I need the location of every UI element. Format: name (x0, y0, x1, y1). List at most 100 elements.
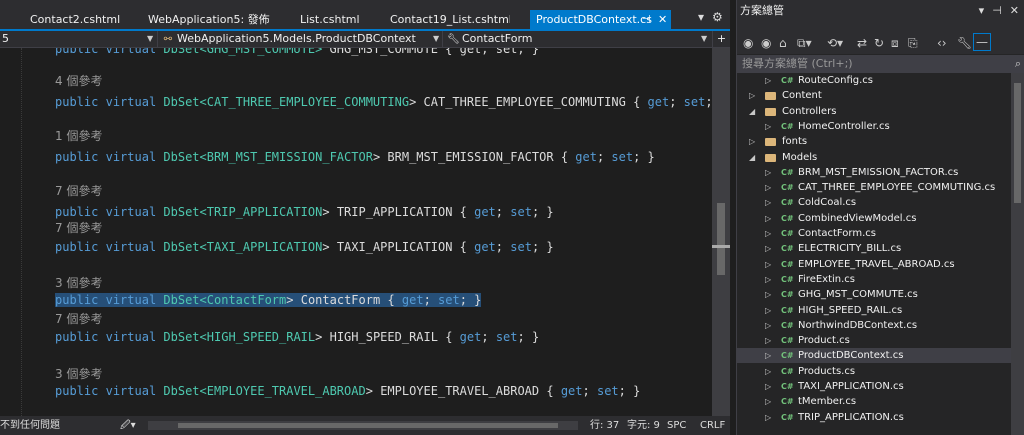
tree-file[interactable]: ▷ C# HIGH_SPEED_RAIL.cs (737, 303, 1017, 318)
tab-productdbcontext[interactable]: ProductDBContext.cs ⊣ ✕ (530, 10, 671, 30)
tree-item-label: fonts (782, 136, 808, 147)
tree-file[interactable]: ▷ C# TAXI_APPLICATION.cs (737, 379, 1017, 394)
tree-file[interactable]: ▷ C# tMember.cs (737, 394, 1017, 409)
collapsed-arrow-icon[interactable]: ▷ (765, 119, 771, 134)
reference-count[interactable]: 1 個參考 (55, 127, 102, 144)
nav-project-dropdown[interactable]: 5 ▼ (0, 31, 157, 47)
tree-file[interactable]: ▷ C# ColdCoal.cs (737, 195, 1017, 210)
tree-item-label: Controllers (782, 106, 837, 117)
forward-icon[interactable]: ◉ (761, 32, 771, 54)
column-indicator: 字元: 9 (627, 420, 660, 431)
nav-class-dropdown[interactable]: ⚯ WebApplication5.Models.ProductDBContext… (157, 31, 442, 47)
collapsed-arrow-icon[interactable]: ▷ (765, 379, 771, 394)
expanded-arrow-icon[interactable]: ◢ (749, 104, 755, 119)
pin-icon[interactable]: ⊣ (642, 10, 651, 30)
tree-file[interactable]: ▷ C# ContactForm.cs (737, 226, 1017, 241)
tree-file[interactable]: ▷ C# BRM_MST_EMISSION_FACTOR.cs (737, 165, 1017, 180)
collapsed-arrow-icon[interactable]: ▷ (765, 180, 771, 195)
collapsed-arrow-icon[interactable]: ▷ (765, 318, 771, 333)
reference-count[interactable]: 3 個參考 (55, 274, 102, 291)
home-icon[interactable]: ⌂ (779, 32, 787, 54)
collapsed-arrow-icon[interactable]: ▷ (765, 195, 771, 210)
error-status[interactable]: 不到任何問題 (0, 416, 60, 435)
tree-folder[interactable]: ◢ Models (737, 150, 1017, 165)
tree-file[interactable]: ▷ C# EMPLOYEE_TRAVEL_ABROAD.cs (737, 257, 1017, 272)
split-editor-button[interactable]: + (712, 31, 730, 47)
collapsed-arrow-icon[interactable]: ▷ (765, 394, 771, 409)
reference-count[interactable]: 7 個參考 (55, 182, 102, 199)
tree-folder[interactable]: ▷ Content (737, 88, 1017, 103)
switch-views-icon[interactable]: ⧉▾ (797, 32, 812, 54)
tab-list[interactable]: List.cshtml (300, 10, 375, 30)
tree-file[interactable]: ▷ C# Product.cs (737, 333, 1017, 348)
csharp-file-icon: C# (781, 336, 794, 345)
tree-file[interactable]: ▷ C# Products.cs (737, 364, 1017, 379)
tree-file[interactable]: ▷ C# FireExtin.cs (737, 272, 1017, 287)
tree-file[interactable]: ▷ C# CombinedViewModel.cs (737, 211, 1017, 226)
tree-item-label: HomeController.cs (798, 121, 890, 132)
gear-icon[interactable]: ⚙ (712, 10, 723, 24)
tab-publish[interactable]: WebApplication5: 發佈 (148, 10, 278, 30)
search-icon[interactable]: ⌕ (1015, 55, 1021, 73)
csharp-file-icon: C# (781, 76, 794, 85)
collapsed-arrow-icon[interactable]: ▷ (765, 410, 771, 425)
sync-icon[interactable]: ⇄ (857, 32, 867, 54)
scrollbar-thumb[interactable] (178, 423, 558, 428)
nav-member-dropdown[interactable]: 🔧︎ ContactForm ▼ (442, 31, 712, 47)
pending-changes-icon[interactable]: ⟲▾ (827, 32, 843, 54)
reference-count[interactable]: 4 個參考 (55, 72, 102, 89)
tree-folder[interactable]: ◢ Controllers (737, 104, 1017, 119)
properties-icon[interactable]: 🔧︎ (957, 32, 972, 54)
tree-file[interactable]: ▷ C# TRIP_APPLICATION.cs (737, 410, 1017, 425)
tree-file[interactable]: ▷ C# CAT_THREE_EMPLOYEE_COMMUTING.cs (737, 180, 1017, 195)
collapsed-arrow-icon[interactable]: ▷ (749, 88, 755, 103)
code-area[interactable]: public virtual DbSet<GHG_MST_COMMUTE> GH… (0, 48, 712, 416)
reference-count[interactable]: 7 個參考 (55, 310, 102, 327)
view-code-icon[interactable]: ‹› (937, 32, 947, 54)
collapsed-arrow-icon[interactable]: ▷ (749, 134, 755, 149)
collapsed-arrow-icon[interactable]: ▷ (765, 287, 771, 302)
tree-file[interactable]: ▷ C# NorthwindDBContext.cs (737, 318, 1017, 333)
reference-count[interactable]: 7 個參考 (55, 219, 102, 236)
preview-icon[interactable]: — (973, 33, 991, 51)
reference-count[interactable]: 3 個參考 (55, 365, 102, 382)
horizontal-scrollbar[interactable] (148, 421, 578, 430)
tree-file[interactable]: ▷ C# ELECTRICITY_BILL.cs (737, 241, 1017, 256)
collapsed-arrow-icon[interactable]: ▷ (765, 257, 771, 272)
collapsed-arrow-icon[interactable]: ▷ (765, 226, 771, 241)
show-all-files-icon[interactable]: ⎘ (908, 32, 918, 54)
collapse-all-icon[interactable]: ⧈ (891, 32, 899, 54)
tree-file[interactable]: ▷ C# HomeController.cs (737, 119, 1017, 134)
tab-contact2[interactable]: Contact2.cshtml (30, 10, 120, 30)
tab-contact19-list[interactable]: Contact19_List.cshtml (390, 10, 510, 30)
scrollbar-thumb[interactable] (717, 203, 725, 275)
collapsed-arrow-icon[interactable]: ▷ (765, 241, 771, 256)
tree-file[interactable]: ▷ C# RouteConfig.cs (737, 73, 1017, 88)
filter-icon[interactable]: 🖉︎▾ (120, 416, 136, 435)
navigation-bar: 5 ▼ ⚯ WebApplication5.Models.ProductDBCon… (0, 31, 730, 48)
collapsed-arrow-icon[interactable]: ▷ (765, 303, 771, 318)
back-icon[interactable]: ◉ (743, 32, 753, 54)
collapsed-arrow-icon[interactable]: ▷ (765, 272, 771, 287)
collapsed-arrow-icon[interactable]: ▷ (765, 73, 771, 88)
pin-icon[interactable]: ⊣ (992, 4, 1002, 17)
collapsed-arrow-icon[interactable]: ▷ (765, 211, 771, 226)
tree-file[interactable]: ▷ C# GHG_MST_COMMUTE.cs (737, 287, 1017, 302)
solution-search-input[interactable]: 搜尋方案總管 (Ctrl+;) ⌕ (737, 55, 1024, 73)
vertical-scrollbar[interactable] (712, 48, 730, 416)
chevron-down-icon[interactable]: ▾ (698, 10, 704, 24)
collapsed-arrow-icon[interactable]: ▷ (765, 348, 771, 363)
collapsed-arrow-icon[interactable]: ▷ (765, 333, 771, 348)
collapsed-arrow-icon[interactable]: ▷ (765, 364, 771, 379)
close-icon[interactable]: ✕ (658, 10, 667, 30)
expanded-arrow-icon[interactable]: ◢ (749, 150, 755, 165)
tree-scrollbar[interactable] (1011, 73, 1024, 435)
collapsed-arrow-icon[interactable]: ▷ (765, 165, 771, 180)
tree-folder[interactable]: ▷ fonts (737, 134, 1017, 149)
scrollbar-thumb[interactable] (1014, 83, 1021, 203)
chevron-down-icon[interactable]: ▾ (979, 4, 985, 17)
tab-label: Contact19_List.cshtml (390, 13, 510, 26)
close-icon[interactable]: ✕ (1010, 4, 1019, 17)
refresh-icon[interactable]: ↻ (874, 32, 884, 54)
tree-file[interactable]: ▷ C# ProductDBContext.cs (737, 348, 1017, 363)
